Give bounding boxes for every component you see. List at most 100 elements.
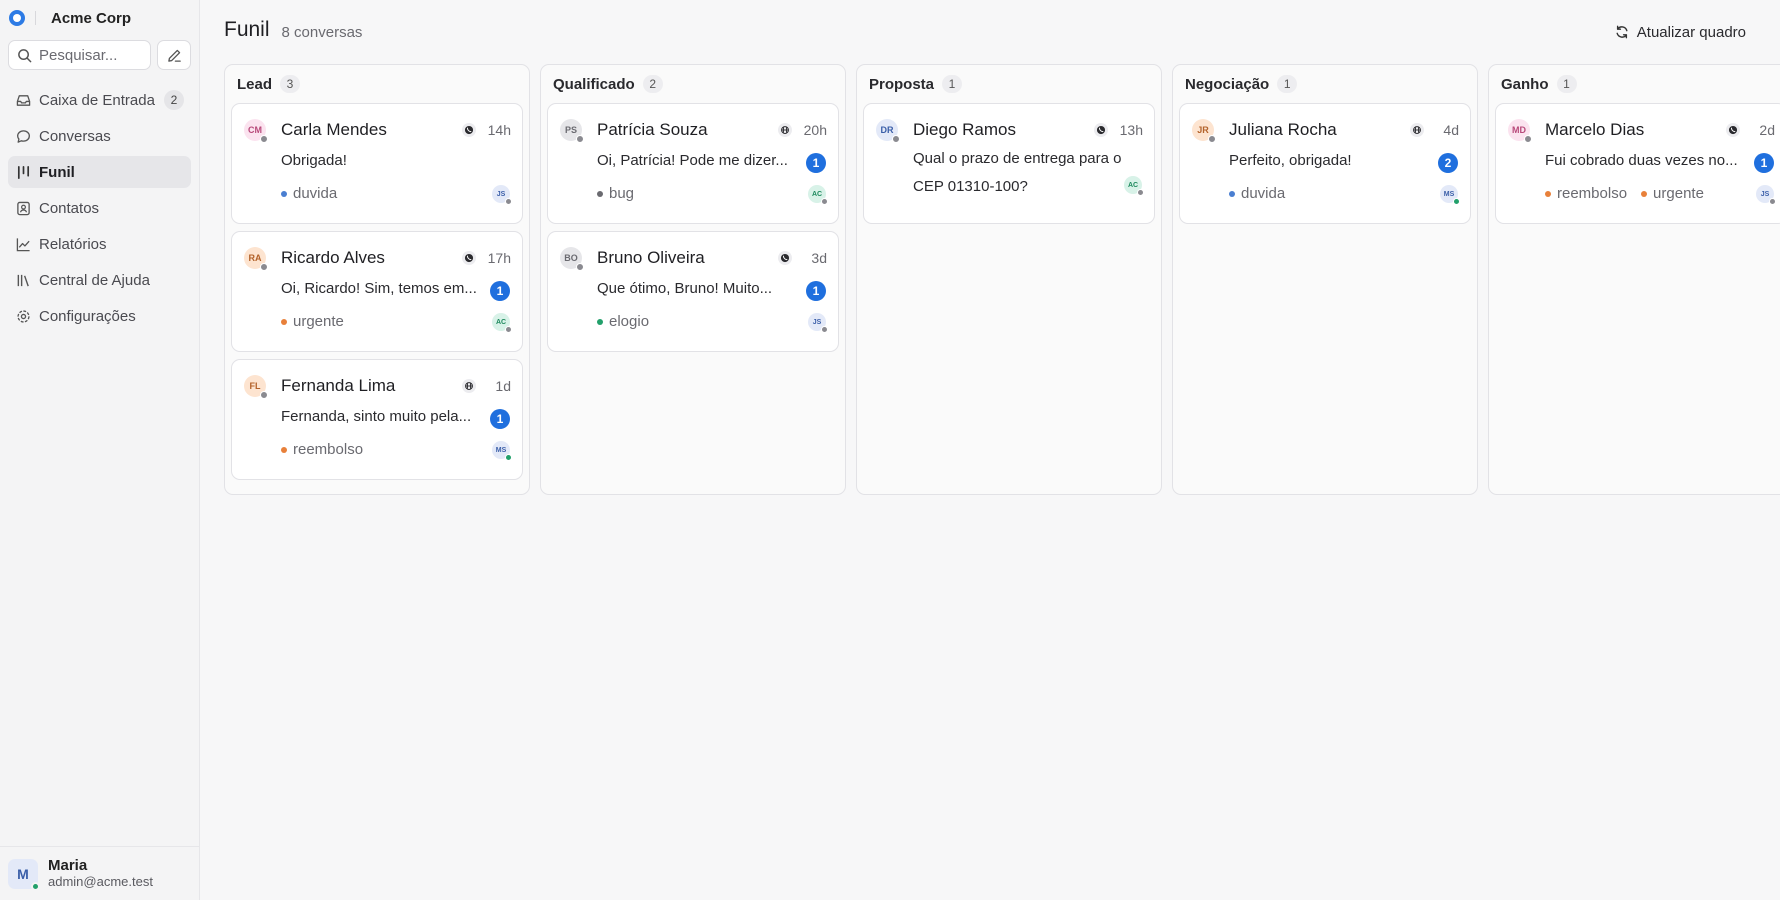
pipeline-column: Lead 3 CM Carla Mendes 14h Obrigada! duvida JS R… [224, 64, 530, 495]
user-name: Maria [48, 857, 88, 874]
search-box[interactable] [8, 40, 152, 70]
unread-count-badge: 1 [1754, 153, 1774, 173]
label-text: urgente [293, 313, 344, 330]
conversation-card[interactable]: CM Carla Mendes 14h Obrigada! duvida JS [231, 103, 523, 224]
refresh-icon [1616, 25, 1628, 39]
status-dot [576, 135, 584, 143]
conversation-card[interactable]: RA Ricardo Alves 17h Oi, Ricardo! Sim, temo… [231, 231, 523, 352]
conversation-card[interactable]: DR Diego Ramos 13h Qual o prazo de entrega … [863, 103, 1155, 224]
label-color-dot [1641, 190, 1648, 197]
assignee-initials: JS [496, 190, 506, 198]
contact-name: Fernanda Lima [281, 376, 396, 395]
last-message-preview: Oi, Ricardo! Sim, temos em... [281, 280, 477, 297]
compose-button[interactable] [157, 40, 191, 70]
avatar: M [8, 858, 40, 891]
search-input[interactable] [39, 46, 139, 64]
label-tag: bug [597, 185, 634, 202]
contact-name: Bruno Oliveira [597, 248, 705, 267]
column-header: Ganho 1 [1495, 65, 1780, 103]
column-count-badge: 1 [942, 75, 963, 93]
timestamp: 2d [1759, 122, 1775, 138]
contact-name: Ricardo Alves [281, 248, 385, 267]
assignee-avatar: AC [492, 313, 512, 333]
api-icon [778, 123, 792, 137]
unread-count-badge: 1 [806, 281, 826, 301]
pipeline-column: Qualificado 2 PS Patrícia Souza 20h Oi, Patrí… [540, 64, 846, 495]
column-header: Negociação 1 [1179, 65, 1471, 103]
contact-name: Carla Mendes [281, 120, 387, 139]
label-tag: duvida [281, 185, 337, 202]
status-dot [1769, 198, 1776, 205]
divider [35, 11, 36, 25]
label-color-dot [597, 318, 603, 325]
unread-count-badge: 1 [490, 281, 510, 301]
contact-name: Juliana Rocha [1229, 120, 1337, 139]
label-text: elogio [609, 313, 650, 330]
timestamp: 20h [803, 122, 827, 138]
conversation-card[interactable]: FL Fernanda Lima 1d Fernanda, sinto muito p… [231, 359, 523, 480]
sidebar-item-label: Contatos [39, 199, 100, 217]
assignee-avatar: JS [1756, 185, 1776, 205]
sidebar-item-relatorios[interactable]: Relatórios [8, 228, 191, 260]
label-color-dot [281, 318, 287, 325]
sidebar-item-central-de-ajuda[interactable]: Central de Ajuda [8, 264, 191, 296]
kanban-board: Lead 3 CM Carla Mendes 14h Obrigada! duvida JS R… [224, 64, 1780, 495]
column-header: Lead 3 [231, 65, 523, 103]
line-chart-icon [15, 236, 31, 252]
column-title: Proposta [869, 75, 935, 93]
sidebar-item-configuracoes[interactable]: Configurações [8, 300, 191, 332]
label-tag: elogio [597, 313, 649, 330]
workspace-switcher[interactable]: Acme Corp [0, 0, 199, 36]
avatar: DR [876, 119, 900, 143]
avatar-initials: MD [1512, 125, 1526, 135]
conversation-card[interactable]: PS Patrícia Souza 20h Oi, Patrícia! Pode me… [547, 103, 839, 224]
conversation-card[interactable]: BO Bruno Oliveira 3d Que ótimo, Bruno! Muit… [547, 231, 839, 352]
assignee-initials: JS [1760, 190, 1770, 198]
column-title: Negociação [1185, 75, 1270, 93]
label-color-dot [1229, 190, 1235, 197]
sidebar-item-contatos[interactable]: Contatos [8, 192, 191, 224]
avatar: JR [1192, 119, 1216, 143]
status-dot [821, 326, 828, 333]
avatar-initials: BO [564, 253, 578, 263]
assignee-initials: MS [1443, 190, 1455, 198]
status-dot [505, 454, 512, 461]
assignee-avatar: MS [492, 441, 512, 461]
sidebar-item-caixa-de-entrada[interactable]: Caixa de Entrada 2 [8, 84, 191, 116]
label-color-dot [281, 446, 287, 453]
column-header: Proposta 1 [863, 65, 1155, 103]
status-dot [505, 198, 512, 205]
avatar: CM [244, 119, 268, 143]
assignee-avatar: AC [808, 185, 828, 205]
pipeline-column: Ganho 1 MD Marcelo Dias 2d Fui cobrado duas v… [1488, 64, 1780, 495]
whatsapp-icon [778, 251, 792, 265]
avatar: BO [560, 247, 584, 271]
timestamp: 4d [1443, 122, 1459, 138]
label-tag: duvida [1229, 185, 1285, 202]
assignee-initials: AC [1127, 181, 1139, 189]
refresh-board-button[interactable]: Atualizar quadro [1615, 20, 1746, 44]
user-profile[interactable]: M Maria admin@acme.test [0, 846, 199, 900]
last-message-preview: Obrigada! [281, 152, 347, 169]
sidebar-item-label: Relatórios [39, 235, 107, 253]
sidebar-item-label: Configurações [39, 307, 136, 325]
api-icon [462, 379, 476, 393]
last-message-preview: Fui cobrado duas vezes no... [1545, 152, 1738, 169]
sidebar-item-funil[interactable]: Funil [8, 156, 191, 188]
sidebar-item-conversas[interactable]: Conversas [8, 120, 191, 152]
sidebar-nav: Caixa de Entrada 2 Conversas Funil Contatos R… [0, 84, 199, 332]
avatar: PS [560, 119, 584, 143]
avatar: RA [244, 247, 268, 271]
contact-name: Patrícia Souza [597, 120, 708, 139]
assignee-initials: MS [495, 446, 507, 454]
conversation-card[interactable]: JR Juliana Rocha 4d Perfeito, obrigada! 2 duv… [1179, 103, 1471, 224]
api-icon [1410, 123, 1424, 137]
last-message-preview: Fernanda, sinto muito pela... [281, 408, 472, 425]
avatar-initials: CM [248, 125, 262, 135]
conversation-card[interactable]: MD Marcelo Dias 2d Fui cobrado duas vezes n… [1495, 103, 1780, 224]
timestamp: 17h [487, 250, 511, 266]
brand-logo-icon [9, 10, 25, 26]
status-dot [1453, 198, 1460, 205]
whatsapp-icon [462, 251, 476, 265]
label-text: reembolso [1557, 185, 1628, 202]
